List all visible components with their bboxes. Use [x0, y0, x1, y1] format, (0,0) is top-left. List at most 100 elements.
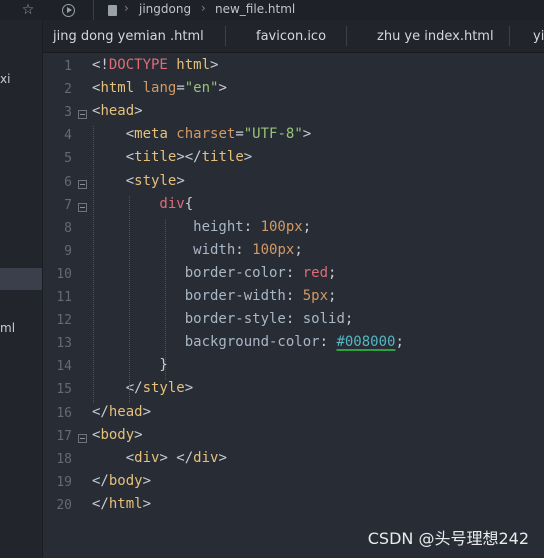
- line-number: 10: [56, 266, 72, 282]
- divider: [93, 0, 94, 20]
- code-line[interactable]: <style>: [92, 173, 185, 189]
- line-number: 7: [64, 197, 72, 213]
- code-token: style: [142, 380, 185, 397]
- tab-jingdong-yemian[interactable]: jing dong yemian .html: [53, 20, 204, 52]
- sidebar-selected-item[interactable]: [0, 268, 42, 290]
- star-icon[interactable]: ☆: [18, 0, 38, 20]
- code-token: <: [92, 172, 135, 189]
- code-token: >: [218, 80, 227, 97]
- fold-toggle-icon[interactable]: [78, 202, 87, 212]
- tab-divider: [225, 26, 226, 46]
- code-line[interactable]: </html>: [92, 496, 151, 512]
- fold-toggle-icon[interactable]: [78, 110, 87, 120]
- sidebar-item[interactable]: xi: [0, 72, 10, 86]
- code-token: <: [92, 149, 135, 166]
- line-number: 4: [64, 128, 72, 144]
- top-bar: ☆ › jingdong › new_file.html: [0, 0, 544, 20]
- code-token: :: [285, 311, 303, 328]
- indent-guide: [93, 126, 94, 404]
- code-token: ></: [176, 149, 202, 166]
- line-number: 19: [56, 474, 72, 490]
- line-number: 6: [64, 174, 72, 190]
- code-token: 100px: [252, 241, 295, 258]
- code-token: =: [235, 126, 244, 143]
- line-number: 12: [56, 313, 72, 329]
- tab-divider: [346, 26, 347, 46]
- line-number: 3: [64, 105, 72, 121]
- code-token: </: [92, 403, 109, 420]
- code-token: title: [134, 149, 177, 166]
- line-number: 2: [64, 82, 72, 98]
- indent-guide: [165, 218, 166, 381]
- code-line[interactable]: width: 100px;: [92, 242, 303, 258]
- code-token: >: [142, 472, 152, 489]
- code-token: title: [201, 149, 244, 166]
- code-line[interactable]: height: 100px;: [92, 219, 311, 235]
- code-line[interactable]: <body>: [92, 427, 143, 443]
- code-line[interactable]: </head>: [92, 404, 151, 420]
- code-line[interactable]: <html lang="en">: [92, 80, 227, 96]
- code-token: border-style: [92, 311, 286, 328]
- line-number: 5: [64, 151, 72, 167]
- tab-overflow[interactable]: yi: [533, 20, 544, 52]
- code-token: <: [92, 449, 135, 466]
- line-number: 18: [56, 451, 72, 467]
- code-token: background-color: [92, 334, 320, 351]
- code-token: <: [92, 126, 135, 143]
- code-token: body: [108, 472, 143, 489]
- code-token: ;: [302, 218, 312, 235]
- line-number: 9: [64, 243, 72, 259]
- code-token: div: [134, 449, 160, 466]
- code-token: :: [285, 288, 303, 304]
- code-line[interactable]: <!DOCTYPE html>: [92, 57, 218, 73]
- watermark: CSDN @头号理想242: [367, 529, 529, 548]
- code-token: head: [100, 103, 135, 120]
- code-token: >: [302, 126, 312, 143]
- fold-toggle-icon[interactable]: [78, 179, 87, 189]
- fold-toggle-icon[interactable]: [78, 433, 87, 443]
- project-sidebar: xi ml: [0, 20, 43, 558]
- code-token: html: [108, 495, 143, 512]
- code-token: >: [142, 403, 152, 420]
- code-line[interactable]: div{: [92, 196, 193, 212]
- code-line[interactable]: <div> </div>: [92, 450, 227, 466]
- code-token: </: [92, 380, 143, 397]
- code-line[interactable]: <head>: [92, 103, 143, 119]
- line-number: 17: [56, 428, 72, 444]
- code-token: ;: [395, 334, 404, 351]
- line-number: 11: [56, 290, 72, 305]
- code-token: :: [235, 241, 253, 258]
- code-token: >: [134, 426, 143, 443]
- line-number: 1: [64, 59, 72, 74]
- code-token: > </: [159, 449, 194, 466]
- code-line[interactable]: border-style: solid;: [92, 311, 354, 328]
- code-token: >: [142, 495, 152, 512]
- code-token: 100px: [260, 218, 303, 235]
- breadcrumb-folder[interactable]: jingdong: [139, 2, 191, 16]
- code-line[interactable]: </body>: [92, 473, 151, 489]
- line-number: 16: [56, 405, 72, 421]
- tab-favicon[interactable]: favicon.ico: [256, 20, 326, 52]
- code-line[interactable]: <meta charset="UTF-8">: [92, 126, 312, 143]
- sidebar-item[interactable]: ml: [0, 321, 15, 335]
- breadcrumb-file[interactable]: new_file.html: [215, 2, 295, 16]
- tab-bar: jing dong yemian .html favicon.ico zhu y…: [43, 20, 544, 53]
- code-token: :: [285, 264, 303, 281]
- code-token: ;: [294, 241, 303, 258]
- code-line[interactable]: <title></title>: [92, 149, 253, 166]
- code-token: html: [167, 57, 211, 73]
- run-icon[interactable]: [59, 0, 77, 20]
- code-token: >: [184, 380, 194, 397]
- line-number: 13: [56, 336, 72, 352]
- code-token: >: [243, 149, 253, 166]
- code-token: >: [210, 57, 219, 73]
- code-token: style: [134, 172, 177, 189]
- code-token: </: [92, 472, 109, 489]
- code-token: border-width: [92, 288, 286, 304]
- line-number: 14: [56, 359, 72, 375]
- tab-zhu-ye-index[interactable]: zhu ye index.html: [377, 20, 494, 52]
- code-line[interactable]: background-color: #008000;: [92, 334, 404, 350]
- code-token: width: [92, 241, 236, 258]
- code-line[interactable]: </style>: [92, 380, 193, 396]
- code-editor[interactable]: 1 2 3 4 5 6 7 8 9 10 11 12 13 14 15 16 17 18 19 20 <!DOCTYP…: [43, 53, 544, 558]
